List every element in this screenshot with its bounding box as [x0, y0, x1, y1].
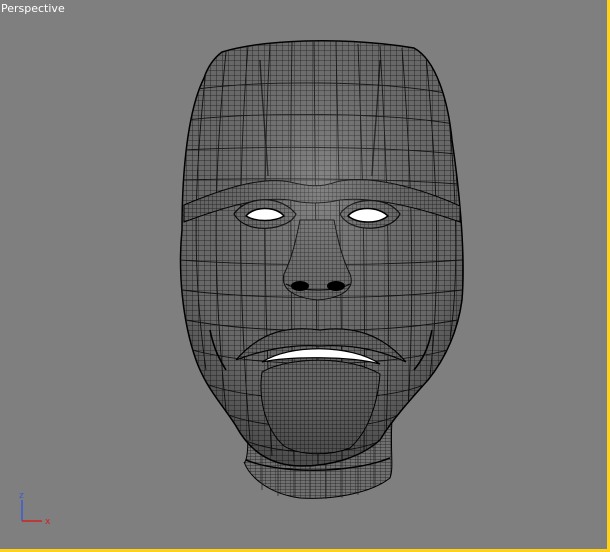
right-nostril [327, 281, 345, 291]
z-axis-label: z [19, 491, 24, 501]
left-nostril [291, 281, 309, 291]
x-axis-label: x [45, 517, 51, 527]
head-mesh[interactable] [170, 30, 470, 499]
perspective-viewport[interactable]: Perspective z x [0, 0, 610, 552]
viewport-canvas: z x [19, 30, 470, 527]
axis-gizmo: z x [19, 491, 51, 527]
